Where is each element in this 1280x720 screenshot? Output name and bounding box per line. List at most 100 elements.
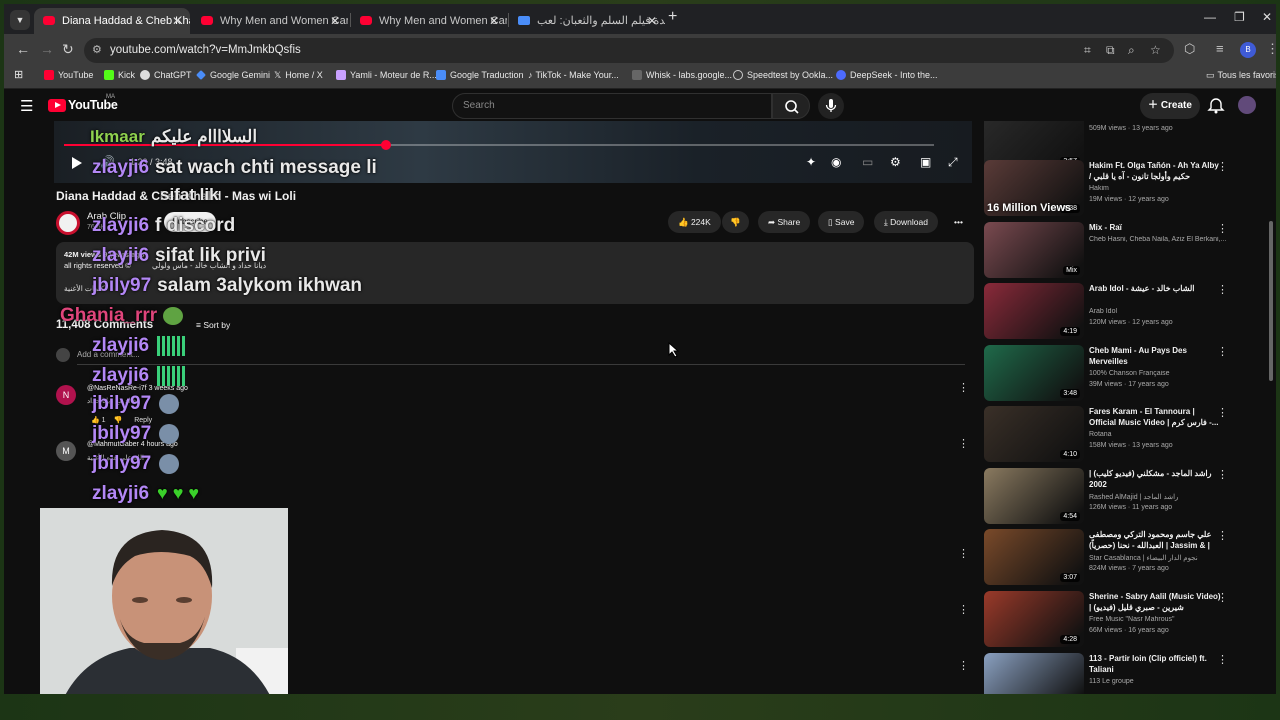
comment-more-icon[interactable]: ⋮ [958, 659, 969, 672]
forward-icon[interactable]: → [40, 41, 54, 57]
bookmark-youtube[interactable]: YouTube [44, 70, 93, 80]
site-info-icon[interactable]: ⚙ [92, 43, 102, 56]
bookmark-google-translate[interactable]: Google Traduction [436, 70, 524, 80]
recommendation-title[interactable]: علي جاسم ومحمود التركي ومصطفى العبدالله … [1089, 529, 1221, 553]
comment-avatar[interactable]: N [56, 385, 76, 405]
video-thumbnail[interactable]: 4:54 [984, 468, 1084, 524]
bookmark-kick[interactable]: Kick [104, 70, 135, 80]
fullscreen-icon[interactable]: ⤢ [948, 155, 958, 170]
recommendation-channel[interactable]: Rashed AlMajid | راشد الماجد [1089, 493, 1229, 501]
search-button[interactable] [772, 93, 810, 119]
dislike-button[interactable]: 👎 [722, 211, 749, 233]
youtube-logo-icon[interactable] [48, 99, 66, 112]
video-thumbnail[interactable]: 3:48 [984, 345, 1084, 401]
recommendation-more-icon[interactable]: ⋮ [1217, 222, 1228, 235]
url-text[interactable]: youtube.com/watch?v=MmJmkbQsfis [110, 44, 301, 56]
sort-comments-button[interactable]: ≡ Sort by [196, 320, 230, 330]
recommendation-title[interactable]: 113 - Partir loin (Clip officiel) ft. Ta… [1089, 653, 1221, 675]
all-bookmarks[interactable]: ▭ Tous les favoris [1206, 70, 1276, 81]
sparkle-icon[interactable]: ✦ [806, 155, 816, 169]
recommendation-item[interactable]: Mix Mix - Raï Cheb Hasni, Cheba Naila, Azi… [984, 222, 1246, 282]
account-avatar[interactable] [1238, 96, 1256, 114]
channel-avatar[interactable] [56, 211, 80, 235]
recommendation-channel[interactable]: Cheb Hasni, Cheba Naila, Aziz El Berkani… [1089, 236, 1229, 243]
save-button[interactable]: ▯ Save [818, 211, 865, 233]
video-thumbnail[interactable] [984, 653, 1084, 694]
notifications-bell-icon[interactable] [1206, 95, 1226, 115]
reload-icon[interactable]: ↻ [62, 41, 74, 58]
recommendation-channel[interactable]: Arab Idol [1089, 308, 1229, 315]
bookmark-star-icon[interactable]: ☆ [1150, 43, 1161, 57]
recommendation-more-icon[interactable]: ⋮ [1217, 345, 1228, 358]
recommendation-title[interactable]: Fares Karam - El Tannoura | Official Mus… [1089, 406, 1221, 428]
search-input[interactable]: Search [452, 93, 772, 119]
recommendation-more-icon[interactable]: ⋮ [1217, 283, 1228, 296]
video-thumbnail[interactable]: 3:07 [984, 529, 1084, 585]
close-icon[interactable]: ✕ [489, 8, 499, 34]
bookmark-whisk[interactable]: Whisk - labs.google... [632, 70, 732, 80]
recommendation-channel[interactable]: 113 Le groupe [1089, 678, 1229, 685]
video-thumbnail[interactable]: Mix [984, 222, 1084, 278]
settings-gear-icon[interactable]: ⚙ [890, 155, 901, 169]
bookmark-tiktok[interactable]: ♪ TikTok - Make Your... [528, 70, 619, 80]
progress-scrubber[interactable] [380, 140, 391, 150]
menu-kebab-icon[interactable]: ⋮ [1266, 41, 1276, 57]
comment-more-icon[interactable]: ⋮ [958, 547, 969, 560]
recommendation-item[interactable]: 4:10 Fares Karam - El Tannoura | Official… [984, 406, 1246, 466]
bookmark-gemini[interactable]: Google Gemini [196, 70, 270, 80]
play-icon[interactable] [72, 157, 82, 169]
recommendation-item[interactable]: 3:07 علي جاسم ومحمود التركي ومصطفى العبدا… [984, 529, 1246, 589]
recommendation-item[interactable]: 3:48 Cheb Mami - Au Pays Des Merveilles 10… [984, 345, 1246, 405]
close-icon[interactable]: ✕ [172, 8, 182, 34]
video-thumbnail[interactable]: 4:10 [984, 406, 1084, 462]
recommendation-item[interactable]: 113 - Partir loin (Clip officiel) ft. Ta… [984, 653, 1246, 694]
tab-diana-haddad[interactable]: Diana Haddad & Cheb Khalid - ✕ [34, 8, 190, 34]
recommendation-item[interactable]: 4:38 16 Million Views Hakim Ft. Olga Tañón… [984, 160, 1246, 220]
recommendation-title[interactable]: Arab Idol - الشاب خالد - عيشة [1089, 283, 1221, 294]
tab-snakes-ladders[interactable]: مشاهدة فيلم السلم والثعبان: لعب ✕ [509, 8, 665, 34]
recommendation-more-icon[interactable]: ⋮ [1217, 406, 1228, 419]
comment-avatar[interactable]: M [56, 441, 76, 461]
download-button[interactable]: ⤓ Download [874, 211, 938, 233]
comment-more-icon[interactable]: ⋮ [958, 437, 969, 450]
recommendation-title[interactable]: راشد الماجد - مشكلني (فيديو كليب) | 2002 [1089, 468, 1221, 490]
like-button[interactable]: 👍 224K [668, 211, 721, 233]
video-thumbnail[interactable]: 4:19 [984, 283, 1084, 339]
recommendation-channel[interactable]: Rotana [1089, 431, 1229, 438]
tab-why-men-2[interactable]: Why Men and Women Cant be ✕ [351, 8, 507, 34]
close-icon[interactable]: ✕ [647, 8, 657, 34]
omnibox[interactable]: ⚙ youtube.com/watch?v=MmJmkbQsfis ⌗ ⧉ ⌕ … [84, 38, 1174, 63]
close-window-icon[interactable]: ✕ [1262, 10, 1272, 24]
apps-grid-icon[interactable]: ⊞ [14, 68, 23, 81]
create-button[interactable]: ＋ Create [1140, 93, 1200, 119]
recommendation-title[interactable]: Cheb Mami - Au Pays Des Merveilles [1089, 345, 1221, 367]
recommendation-more-icon[interactable]: ⋮ [1217, 653, 1228, 666]
recommendation-channel[interactable]: 100% Chanson Française [1089, 370, 1229, 377]
bookmark-yamli[interactable]: Yamli - Moteur de R... [336, 70, 437, 80]
new-tab-button[interactable]: + [668, 8, 677, 26]
bookmark-x[interactable]: 𝕏 Home / X [274, 70, 323, 81]
comment-more-icon[interactable]: ⋮ [958, 381, 969, 394]
zoom-icon[interactable]: ⌕ [1128, 43, 1135, 58]
tab-why-men-1[interactable]: Why Men and Women Cant be ✕ [192, 8, 348, 34]
recommendation-title[interactable]: Mix - Raï [1089, 222, 1221, 233]
recommendation-item[interactable]: 4:28 Sherine - Sabry Aalil (Music Video) … [984, 591, 1246, 651]
recommendation-more-icon[interactable]: ⋮ [1217, 591, 1228, 604]
recommendation-channel[interactable]: Free Music "Nasr Mahrous" [1089, 616, 1229, 623]
hamburger-menu-icon[interactable]: ☰ [20, 97, 33, 115]
captions-icon[interactable]: ▭ [862, 155, 873, 169]
bookmark-deepseek[interactable]: DeepSeek - Into the... [836, 70, 938, 80]
recommendation-title[interactable]: Hakim Ft. Olga Tañón - Ah Ya Alby / حكيم… [1089, 160, 1221, 182]
scrollbar-thumb[interactable] [1269, 221, 1273, 381]
translate-icon[interactable]: ⌗ [1084, 43, 1091, 58]
install-app-icon[interactable]: ⧉ [1106, 43, 1115, 58]
minimize-icon[interactable]: — [1204, 10, 1216, 24]
recommendation-more-icon[interactable]: ⋮ [1217, 468, 1228, 481]
miniplayer-icon[interactable]: ▣ [920, 155, 931, 169]
profile-avatar[interactable]: B [1240, 42, 1256, 58]
video-thumbnail[interactable]: 4:28 [984, 591, 1084, 647]
back-icon[interactable]: ← [16, 41, 30, 57]
voice-search-button[interactable] [818, 93, 844, 119]
bookmark-speedtest[interactable]: Speedtest by Ookla... [733, 70, 833, 80]
recommendation-channel[interactable]: Hakim [1089, 185, 1229, 192]
